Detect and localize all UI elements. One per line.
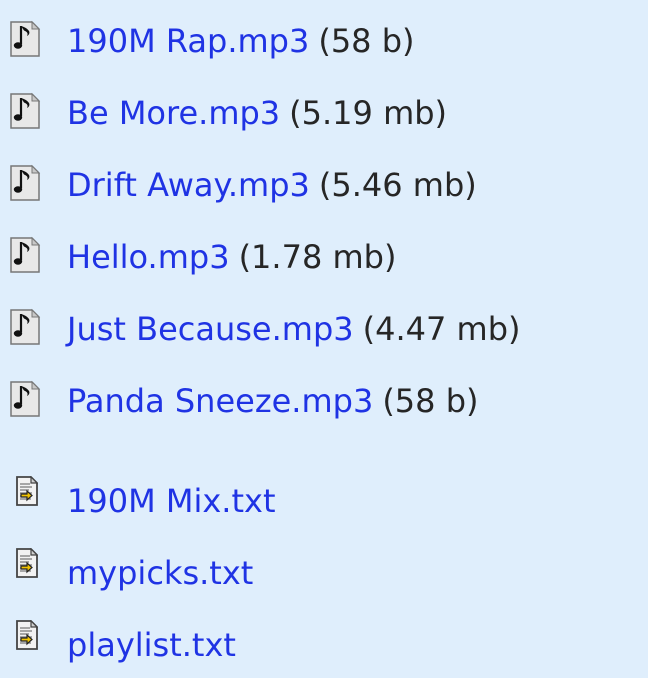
file-size: (58 b) — [382, 382, 479, 420]
file-size: (58 b) — [318, 22, 415, 60]
music-file-icon — [10, 20, 41, 57]
file-size: (1.78 mb) — [238, 238, 397, 276]
file-name[interactable]: Just Because.mp3 — [67, 310, 354, 348]
file-name[interactable]: Be More.mp3 — [67, 94, 280, 132]
file-name[interactable]: mypicks.txt — [67, 554, 253, 592]
text-file-icon — [16, 620, 38, 650]
file-size: (4.47 mb) — [362, 310, 521, 348]
file-link[interactable]: Panda Sneeze.mp3 (58 b) — [67, 383, 478, 419]
file-link[interactable]: 190M Mix.txt — [67, 483, 276, 519]
music-file-icon — [10, 308, 41, 345]
file-name[interactable]: Hello.mp3 — [67, 238, 230, 276]
music-file-icon — [10, 164, 41, 201]
file-link[interactable]: Hello.mp3 (1.78 mb) — [67, 239, 396, 275]
file-name[interactable]: playlist.txt — [67, 626, 236, 664]
text-file-icon — [16, 476, 38, 506]
music-file-icon — [10, 236, 41, 273]
file-size: (5.46 mb) — [318, 166, 477, 204]
text-file-icon — [16, 548, 38, 578]
file-name[interactable]: Drift Away.mp3 — [67, 166, 310, 204]
file-size: (5.19 mb) — [289, 94, 448, 132]
music-file-icon — [10, 92, 41, 129]
file-name[interactable]: 190M Mix.txt — [67, 482, 276, 520]
file-name[interactable]: 190M Rap.mp3 — [67, 22, 309, 60]
file-link[interactable]: playlist.txt — [67, 627, 236, 663]
file-link[interactable]: Drift Away.mp3 (5.46 mb) — [67, 167, 477, 203]
music-file-icon — [10, 380, 41, 417]
file-name[interactable]: Panda Sneeze.mp3 — [67, 382, 373, 420]
file-link[interactable]: Be More.mp3 (5.19 mb) — [67, 95, 447, 131]
file-link[interactable]: mypicks.txt — [67, 555, 253, 591]
file-link[interactable]: Just Because.mp3 (4.47 mb) — [67, 311, 520, 347]
file-link[interactable]: 190M Rap.mp3 (58 b) — [67, 23, 415, 59]
file-list: 190M Rap.mp3 (58 b) Be More.mp3 (5.19 mb) … — [0, 0, 648, 677]
